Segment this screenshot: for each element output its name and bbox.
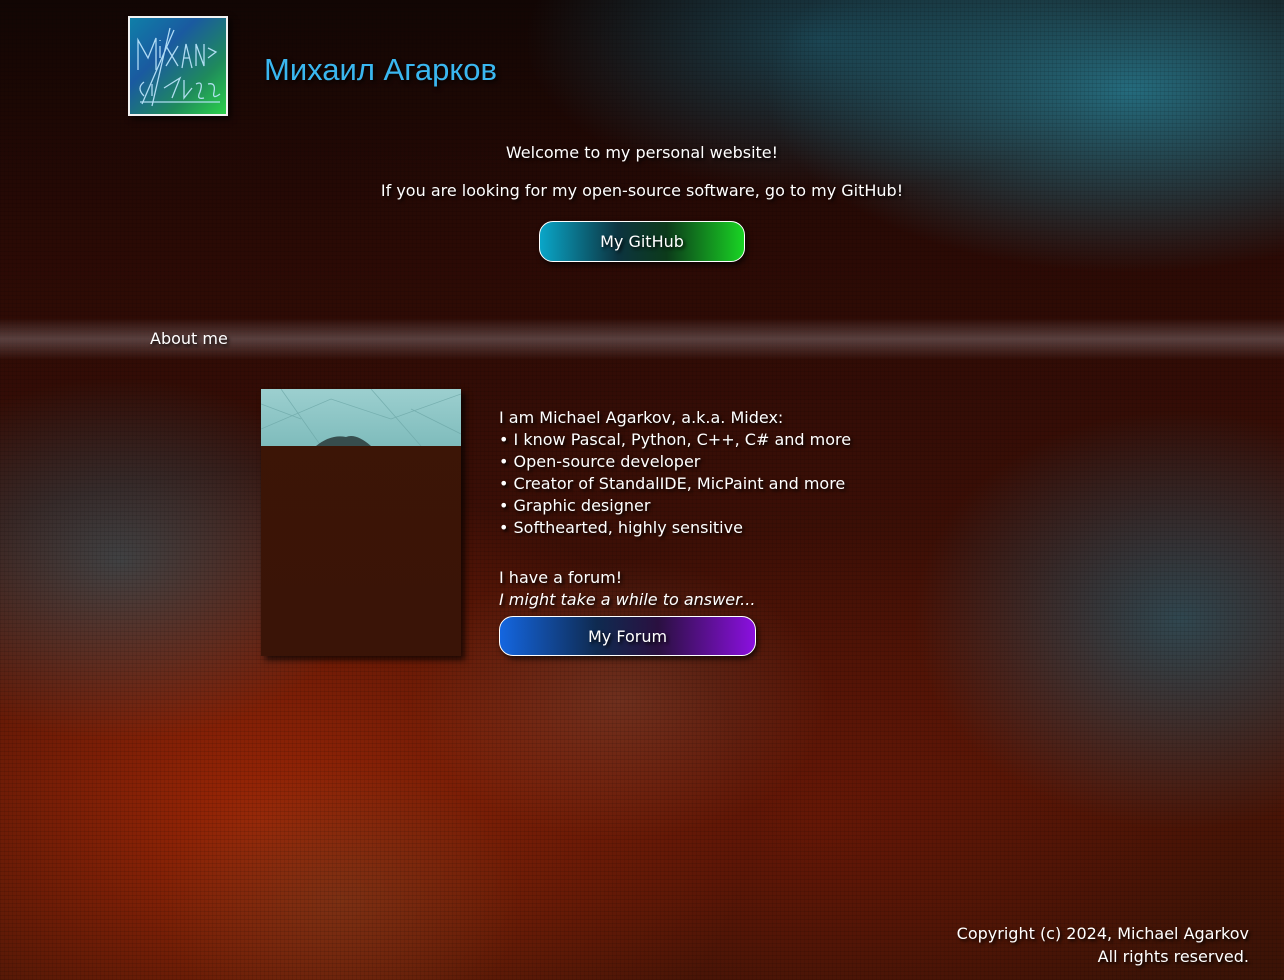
rights-text: All rights reserved.	[1097, 947, 1249, 966]
bio-item: • Creator of StandalIDE, MicPaint and mo…	[499, 474, 846, 493]
forum-button-label: My Forum	[587, 626, 668, 646]
bio-block: I am Michael Agarkov, a.k.a. Midex: • I …	[499, 407, 919, 611]
footer: Copyright (c) 2024, Michael Agarkov All …	[957, 922, 1249, 968]
about-heading: About me	[150, 329, 228, 348]
forum-button[interactable]: My Forum	[499, 616, 756, 656]
site-logo[interactable]	[128, 16, 228, 116]
site-title: Михаил Агарков	[264, 52, 497, 87]
bio-intro: I am Michael Agarkov, a.k.a. Midex:	[499, 408, 784, 427]
github-hint-text: If you are looking for my open-source so…	[380, 181, 904, 200]
github-button-label: My GitHub	[600, 232, 684, 251]
signature-logo-icon	[137, 27, 221, 107]
forum-text: I have a forum!	[499, 568, 623, 587]
bio-spacer	[499, 539, 919, 567]
portrait-photo	[261, 389, 461, 656]
bio-item: • Softhearted, highly sensitive	[499, 518, 743, 537]
bio-item: • Graphic designer	[499, 496, 651, 515]
welcome-text: Welcome to my personal website!	[505, 143, 779, 162]
copyright-text: Copyright (c) 2024, Michael Agarkov	[956, 924, 1249, 943]
bio-item: • I know Pascal, Python, C++, C# and mor…	[499, 430, 852, 449]
photo-background-wall	[261, 389, 461, 447]
forum-note: I might take a while to answer...	[499, 590, 756, 609]
github-button[interactable]: My GitHub	[539, 221, 745, 262]
bio-item: • Open-source developer	[499, 452, 701, 471]
